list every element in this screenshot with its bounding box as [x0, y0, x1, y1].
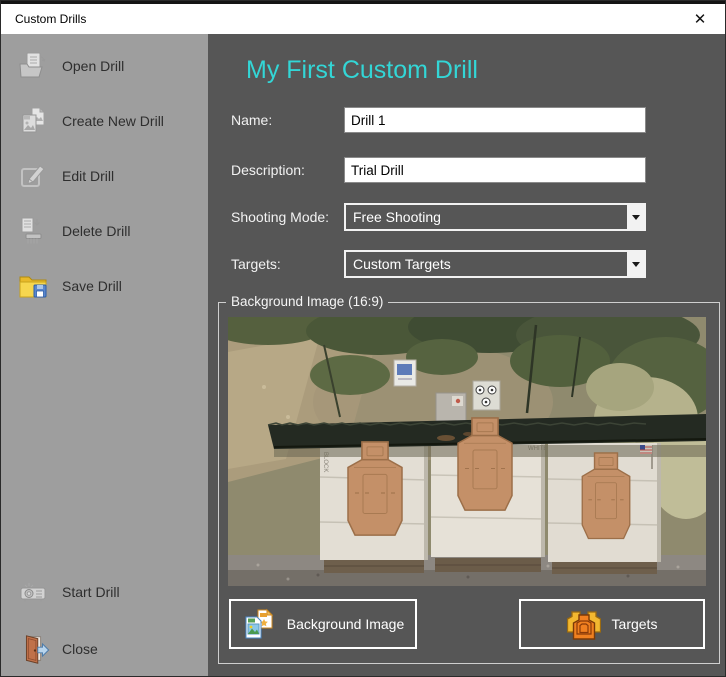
chevron-down-icon — [632, 262, 640, 271]
drill-heading: My First Custom Drill — [246, 56, 478, 85]
create-new-drill-icon — [17, 105, 49, 137]
start-drill-icon — [17, 576, 49, 608]
targets-button-label: Targets — [612, 616, 658, 632]
targets-button[interactable]: Targets — [519, 599, 705, 649]
edit-drill-icon — [17, 160, 49, 192]
window-title: Custom Drills — [15, 12, 86, 26]
shooting-mode-value: Free Shooting — [346, 205, 627, 229]
shooting-mode-dropdown-button[interactable] — [627, 205, 644, 229]
sidebar-item-edit-drill[interactable]: Edit Drill — [17, 155, 114, 197]
custom-drills-window: Custom Drills ✕ Open Drill — [0, 0, 726, 677]
name-label: Name: — [231, 112, 272, 128]
sidebar-item-save-drill[interactable]: Save Drill — [17, 265, 122, 307]
save-drill-icon — [17, 270, 49, 302]
targets-value: Custom Targets — [346, 252, 627, 276]
sidebar-item-create-new-drill[interactable]: Create New Drill — [17, 100, 164, 142]
sidebar-item-label: Start Drill — [62, 584, 120, 600]
name-input[interactable] — [344, 107, 646, 133]
groupbox-legend: Background Image (16:9) — [226, 294, 388, 309]
open-drill-icon — [17, 50, 49, 82]
chevron-down-icon — [632, 215, 640, 224]
shooting-mode-label: Shooting Mode: — [231, 209, 329, 225]
sidebar-item-label: Delete Drill — [62, 223, 130, 239]
main-panel: My First Custom Drill Name: Description:… — [208, 34, 725, 676]
sidebar-item-close[interactable]: Close — [17, 628, 98, 670]
sidebar-item-label: Save Drill — [62, 278, 122, 294]
targets-label: Targets: — [231, 256, 281, 272]
sidebar-item-label: Open Drill — [62, 58, 124, 74]
background-photo: BLOCK WHITE — [228, 317, 706, 586]
sidebar-item-start-drill[interactable]: Start Drill — [17, 571, 120, 613]
sidebar-item-delete-drill[interactable]: Delete Drill — [17, 210, 130, 252]
targets-icon — [567, 607, 601, 641]
targets-dropdown-button[interactable] — [627, 252, 644, 276]
titlebar: Custom Drills ✕ — [1, 1, 725, 34]
shooting-mode-select[interactable]: Free Shooting — [344, 203, 646, 231]
close-window-icon[interactable]: ✕ — [685, 4, 715, 34]
sidebar-item-label: Edit Drill — [62, 168, 114, 184]
sidebar-item-label: Close — [62, 641, 98, 657]
delete-drill-icon — [17, 215, 49, 247]
targets-select[interactable]: Custom Targets — [344, 250, 646, 278]
description-label: Description: — [231, 162, 305, 178]
sidebar-item-open-drill[interactable]: Open Drill — [17, 45, 124, 87]
background-image-button[interactable]: Background Image — [229, 599, 417, 649]
background-image-groupbox: Background Image (16:9) — [218, 302, 720, 664]
description-input[interactable] — [344, 157, 646, 183]
image-files-icon — [242, 607, 276, 641]
sidebar-item-label: Create New Drill — [62, 113, 164, 129]
close-door-icon — [17, 633, 49, 665]
background-image-button-label: Background Image — [287, 616, 405, 632]
sidebar: Open Drill Create New Drill — [1, 34, 208, 676]
